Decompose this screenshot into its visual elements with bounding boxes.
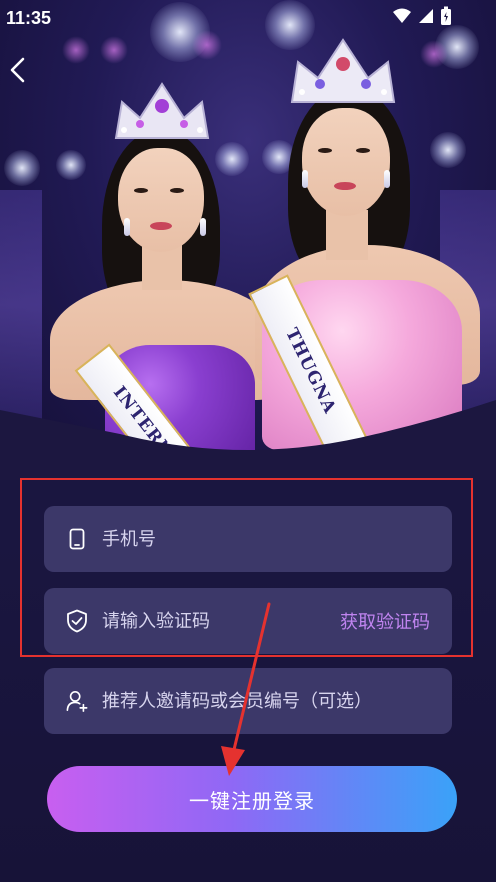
crown-left-icon xyxy=(114,82,210,139)
chevron-left-icon xyxy=(10,57,25,83)
battery-icon xyxy=(441,6,451,25)
referral-code-field[interactable] xyxy=(44,668,452,734)
crown-right-icon xyxy=(290,38,396,103)
verification-code-field[interactable]: 获取验证码 xyxy=(44,588,452,654)
back-button[interactable] xyxy=(6,56,30,84)
stage-light xyxy=(56,150,86,180)
status-time: 11:35 xyxy=(6,8,52,28)
verification-code-input[interactable] xyxy=(102,606,340,636)
earring xyxy=(384,170,390,188)
lips xyxy=(150,222,172,230)
eye xyxy=(170,188,184,193)
add-user-icon xyxy=(66,689,88,713)
get-code-button[interactable]: 获取验证码 xyxy=(340,608,452,634)
referral-code-input[interactable] xyxy=(102,686,452,716)
earring xyxy=(124,218,130,236)
stage-bokeh xyxy=(62,36,90,64)
shield-check-icon xyxy=(66,609,88,633)
face xyxy=(302,108,390,216)
neck xyxy=(326,210,368,260)
status-icons xyxy=(392,6,452,26)
lips xyxy=(334,182,356,190)
phone-field[interactable] xyxy=(44,506,452,572)
face xyxy=(118,148,204,252)
stage-bokeh xyxy=(100,36,128,64)
earring xyxy=(200,218,206,236)
eye xyxy=(356,148,370,153)
stage-bokeh xyxy=(420,40,448,68)
earring xyxy=(302,170,308,188)
phone-input[interactable] xyxy=(102,524,452,554)
wifi-icon xyxy=(393,8,411,23)
stage-light xyxy=(215,142,249,176)
status-bar: 11:35 xyxy=(0,0,496,36)
signal-icon xyxy=(419,9,433,23)
stage-light xyxy=(4,150,40,186)
hero-wave-divider xyxy=(0,400,496,480)
phone-icon xyxy=(66,527,88,551)
one-click-register-login-button[interactable]: 一键注册登录 xyxy=(47,766,457,832)
registration-screen: INTERNC THUGNA 11:35 手机号 请输入验证码 获取验证码 推荐… xyxy=(0,0,496,882)
eye xyxy=(318,148,332,153)
stage-light xyxy=(430,132,466,168)
eye xyxy=(134,188,148,193)
